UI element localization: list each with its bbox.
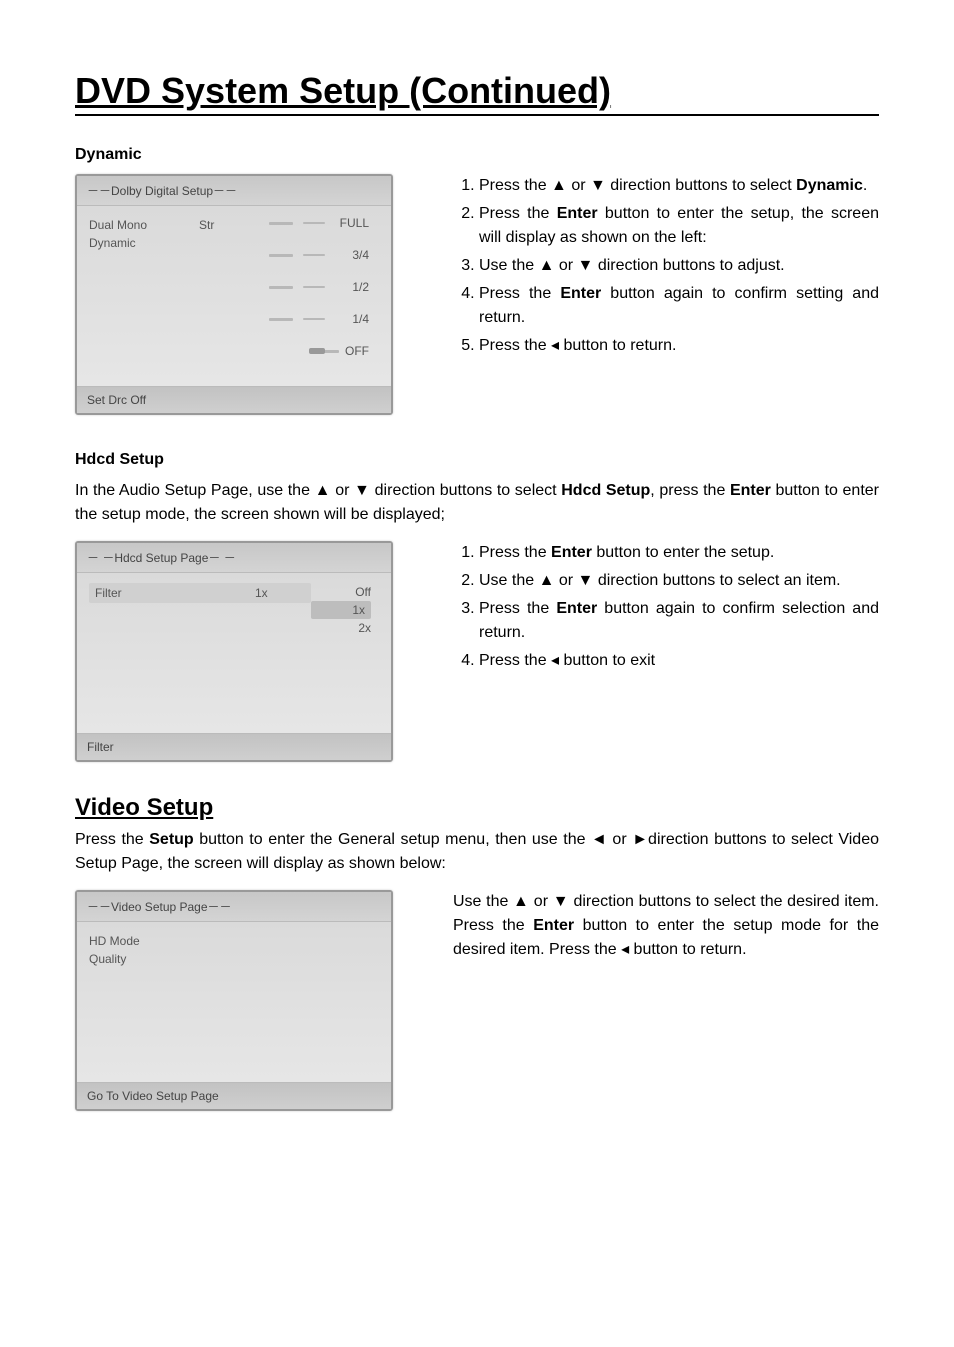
dynamic-steps: Press the ▲ or ▼ direction buttons to se… xyxy=(453,174,879,358)
hdcd-heading: Hdcd Setup xyxy=(75,451,879,469)
dynamic-row-value xyxy=(199,236,249,250)
dual-mono-label: Dual Mono xyxy=(89,218,199,232)
slider-knob xyxy=(309,348,325,354)
filter-label: Filter xyxy=(95,586,255,600)
dynamic-step-1: Press the ▲ or ▼ direction buttons to se… xyxy=(479,174,879,198)
video-item-hd: HD Mode xyxy=(89,934,379,948)
tick-34: 3/4 xyxy=(335,248,369,262)
hdcd-step-4: Press the ◂ button to exit xyxy=(479,649,879,673)
hdcd-screenshot: － －Hdcd Setup Page－ － Filter 1x Off 1x 2… xyxy=(75,541,393,762)
tick-12: 1/2 xyxy=(335,280,369,294)
video-shot-title: －－Video Setup Page－－ xyxy=(77,892,391,922)
dolby-shot-title: －－Dolby Digital Setup－－ xyxy=(77,176,391,206)
hdcd-step-1: Press the Enter button to enter the setu… xyxy=(479,541,879,565)
video-setup-para: Use the ▲ or ▼ direction buttons to sele… xyxy=(453,890,879,962)
dual-mono-value: Str xyxy=(199,218,249,232)
tick-full: FULL xyxy=(335,216,369,230)
hdcd-intro: In the Audio Setup Page, use the ▲ or ▼ … xyxy=(75,479,879,527)
video-item-quality: Quality xyxy=(89,952,379,966)
video-screenshot: －－Video Setup Page－－ HD Mode Quality Go … xyxy=(75,890,393,1111)
filter-opt-1x: 1x xyxy=(311,601,371,619)
page-title: DVD System Setup (Continued) xyxy=(75,70,879,116)
video-setup-intro: Press the Setup button to enter the Gene… xyxy=(75,828,879,876)
video-shot-footer: Go To Video Setup Page xyxy=(77,1082,391,1109)
hdcd-shot-footer: Filter xyxy=(77,733,391,760)
dynamic-heading: Dynamic xyxy=(75,146,879,164)
dynamic-step-4: Press the Enter button again to confirm … xyxy=(479,282,879,330)
dynamic-step-5: Press the ◂ button to return. xyxy=(479,334,879,358)
hdcd-step-3: Press the Enter button again to confirm … xyxy=(479,597,879,645)
video-setup-heading: Video Setup xyxy=(75,794,879,822)
dynamic-step-3: Use the ▲ or ▼ direction buttons to adju… xyxy=(479,254,879,278)
filter-opt-off: Off xyxy=(311,583,371,601)
tick-off: OFF xyxy=(335,344,369,358)
filter-value: 1x xyxy=(255,586,305,600)
dolby-shot-footer: Set Drc Off xyxy=(77,386,391,413)
dynamic-row-label: Dynamic xyxy=(89,236,199,250)
tick-14: 1/4 xyxy=(335,312,369,326)
dynamic-step-2: Press the Enter button to enter the setu… xyxy=(479,202,879,250)
hdcd-shot-title: － －Hdcd Setup Page－ － xyxy=(77,543,391,573)
dolby-screenshot: －－Dolby Digital Setup－－ Dual Mono Str Dy… xyxy=(75,174,393,415)
filter-opt-2x: 2x xyxy=(311,619,371,637)
hdcd-step-2: Use the ▲ or ▼ direction buttons to sele… xyxy=(479,569,879,593)
drc-slider: FULL 3/4 1/2 1/4 OFF xyxy=(249,216,379,376)
hdcd-steps: Press the Enter button to enter the setu… xyxy=(453,541,879,673)
